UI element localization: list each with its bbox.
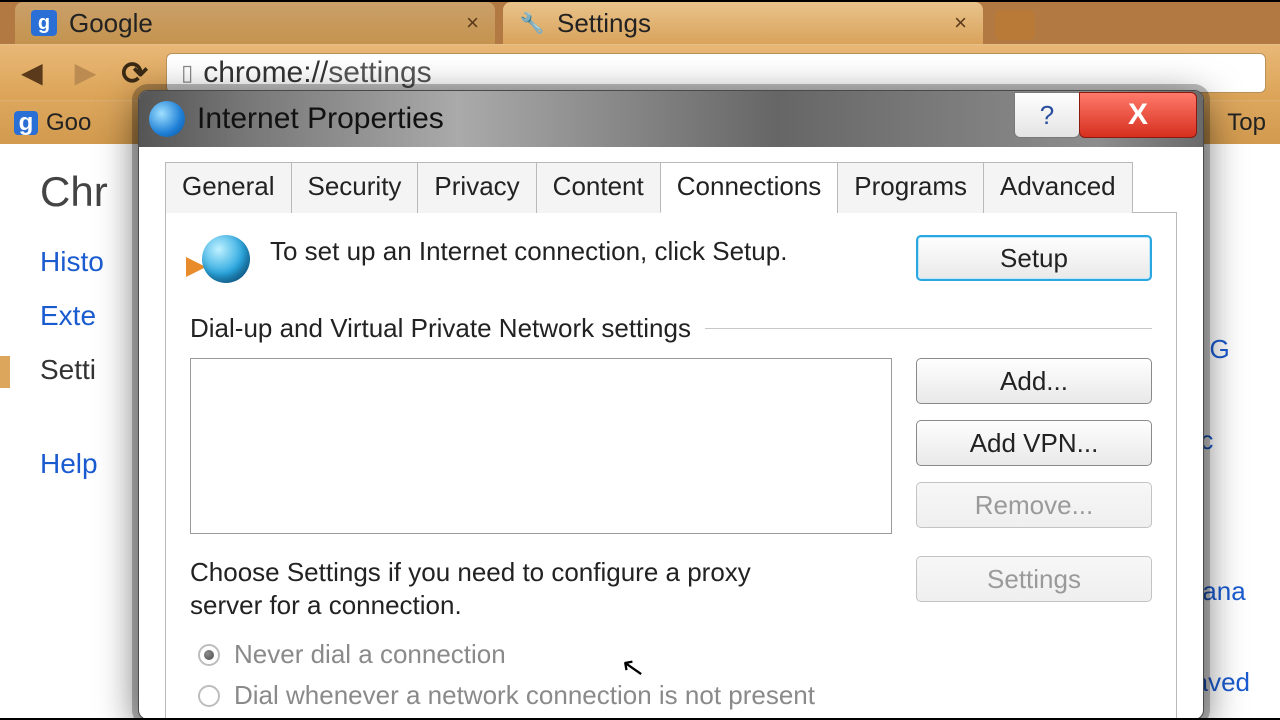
group-label-text: Dial-up and Virtual Private Network sett… — [190, 313, 691, 344]
setup-button[interactable]: Setup — [916, 235, 1152, 281]
tab-advanced[interactable]: Advanced — [983, 162, 1133, 213]
radio-label: Dial whenever a network connection is no… — [234, 680, 815, 711]
add-button[interactable]: Add... — [916, 358, 1152, 404]
radio-never-dial[interactable]: Never dial a connection — [198, 639, 1152, 670]
bookmark-google[interactable]: g Goo — [14, 109, 91, 137]
bookmark-label: Goo — [46, 109, 91, 137]
internet-properties-dialog: Internet Properties ? X General Security… — [138, 90, 1204, 720]
radio-dial-when-absent[interactable]: Dial whenever a network connection is no… — [198, 680, 1152, 711]
google-favicon-icon: g — [14, 111, 38, 135]
tab-content[interactable]: Content — [536, 162, 661, 213]
proxy-instruction: Choose Settings if you need to configure… — [190, 556, 800, 621]
tab-google[interactable]: g Google × — [15, 2, 495, 44]
add-vpn-button[interactable]: Add VPN... — [916, 420, 1152, 466]
help-button[interactable]: ? — [1014, 92, 1080, 138]
wrench-icon: 🔧 — [519, 10, 545, 36]
dialup-listbox[interactable] — [190, 358, 892, 534]
tab-settings[interactable]: 🔧 Settings × — [503, 2, 983, 44]
bookmark-top[interactable]: Top — [1227, 109, 1266, 137]
tab-close-icon[interactable]: × — [954, 10, 967, 36]
dialog-body: General Security Privacy Content Connect… — [139, 147, 1203, 720]
internet-options-icon — [149, 101, 185, 137]
tab-connections[interactable]: Connections — [660, 162, 839, 213]
settings-button: Settings — [916, 556, 1152, 602]
dialog-titlebar[interactable]: Internet Properties ? X — [139, 91, 1203, 147]
dialog-title: Internet Properties — [197, 102, 444, 136]
new-tab-button[interactable] — [995, 10, 1035, 40]
dialog-tabs: General Security Privacy Content Connect… — [165, 161, 1177, 213]
globe-icon — [190, 235, 250, 287]
forward-button[interactable]: ► — [68, 52, 104, 94]
url-path: settings — [328, 56, 431, 89]
tab-close-icon[interactable]: × — [466, 10, 479, 36]
bookmarks-right: Top — [1227, 109, 1266, 137]
radio-label: Never dial a connection — [234, 639, 506, 670]
remove-button: Remove... — [916, 482, 1152, 528]
back-button[interactable]: ◄ — [14, 52, 50, 94]
tab-title: Settings — [557, 8, 651, 39]
dialup-group-label: Dial-up and Virtual Private Network sett… — [190, 313, 1152, 344]
url-text: chrome://settings — [203, 56, 431, 90]
group-rule — [705, 328, 1152, 329]
tab-strip: g Google × 🔧 Settings × — [0, 0, 1280, 44]
dialog-window-controls: ? X — [1015, 92, 1197, 138]
tab-programs[interactable]: Programs — [837, 162, 984, 213]
connections-panel: To set up an Internet connection, click … — [165, 213, 1177, 720]
url-scheme: chrome:// — [203, 56, 328, 89]
google-favicon-icon: g — [31, 10, 57, 36]
tab-title: Google — [69, 8, 153, 39]
radio-dot-icon — [198, 685, 220, 707]
address-bar[interactable]: ▯ chrome://settings — [166, 53, 1266, 93]
tab-security[interactable]: Security — [291, 162, 419, 213]
close-button[interactable]: X — [1079, 92, 1197, 138]
tab-privacy[interactable]: Privacy — [417, 162, 536, 213]
radio-dot-icon — [198, 644, 220, 666]
setup-instruction: To set up an Internet connection, click … — [270, 235, 787, 268]
page-icon: ▯ — [181, 60, 193, 86]
dial-radio-group: Never dial a connection Dial whenever a … — [190, 639, 1152, 711]
reload-button[interactable]: ⟳ — [121, 54, 148, 92]
tab-general[interactable]: General — [165, 162, 292, 213]
